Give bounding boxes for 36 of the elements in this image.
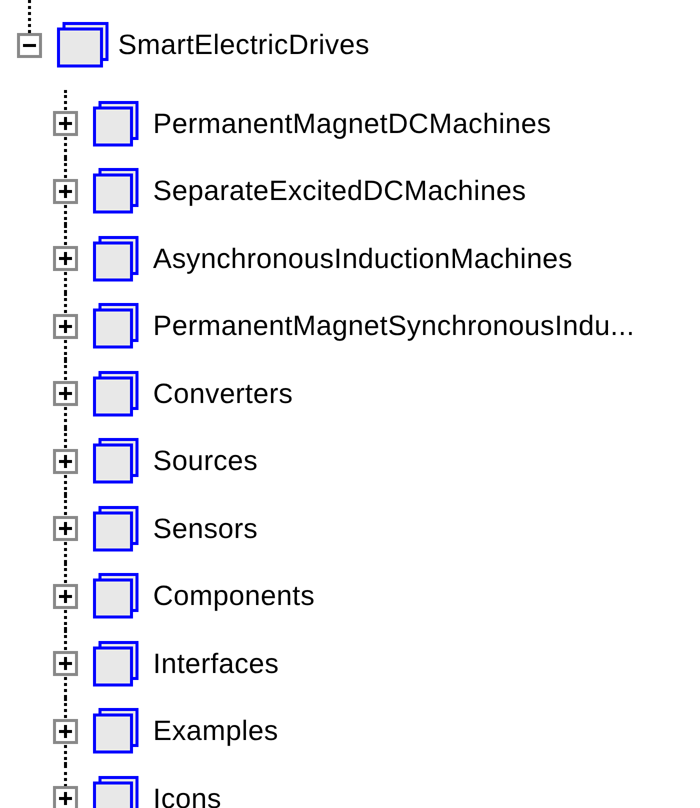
expand-icon[interactable]: [53, 516, 78, 542]
package-icon: [93, 370, 139, 417]
expand-icon[interactable]: [53, 584, 78, 609]
expand-icon[interactable]: [53, 448, 78, 474]
expand-icon[interactable]: [53, 178, 78, 204]
tree-item[interactable]: Examples: [153, 715, 278, 748]
tree-item[interactable]: AsynchronousInductionMachines: [153, 242, 573, 275]
tree-item[interactable]: Converters: [153, 378, 293, 410]
expand-icon[interactable]: [53, 314, 78, 339]
package-icon: [93, 708, 139, 754]
expand-icon[interactable]: [53, 786, 78, 808]
expand-icon[interactable]: [53, 111, 78, 136]
tree-item[interactable]: PermanentMagnetDCMachines: [153, 108, 552, 140]
package-icon: [93, 303, 139, 350]
expand-icon[interactable]: [53, 246, 78, 272]
collapse-icon[interactable]: [17, 32, 42, 58]
expand-icon[interactable]: [53, 651, 78, 676]
tree-item[interactable]: Sensors: [153, 512, 258, 545]
tree-item[interactable]: SeparateExcitedDCMachines: [153, 175, 526, 208]
tree-item[interactable]: Sources: [153, 445, 258, 478]
expand-icon[interactable]: [53, 718, 78, 744]
tree-item[interactable]: Icons: [153, 782, 222, 808]
tree-item[interactable]: SmartElectricDrives: [118, 29, 370, 61]
tree-item[interactable]: PermanentMagnetSynchronousIndu...: [153, 310, 635, 342]
package-icon: [93, 168, 139, 214]
package-icon: [93, 640, 139, 687]
package-icon: [93, 776, 139, 808]
tree-item[interactable]: Components: [153, 580, 315, 612]
tree-item[interactable]: Interfaces: [153, 648, 279, 680]
package-icon: [93, 573, 139, 620]
package-icon: [93, 506, 139, 552]
expand-icon[interactable]: [53, 381, 78, 406]
package-icon: [93, 438, 139, 484]
package-icon: [93, 100, 139, 147]
package-icon: [57, 22, 109, 68]
package-icon: [93, 236, 139, 282]
